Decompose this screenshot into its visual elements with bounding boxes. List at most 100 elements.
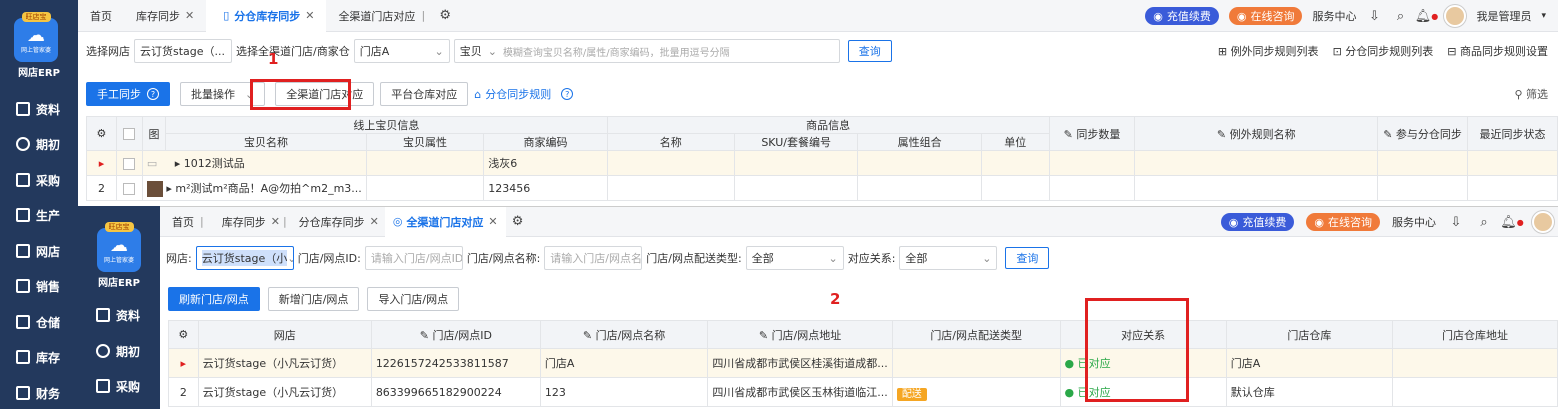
store-name-input[interactable]: 请输入门店/网点名...: [544, 246, 643, 270]
last-sync-header[interactable]: 最近同步状态: [1467, 116, 1558, 151]
warehouse-address-header[interactable]: 门店仓库地址: [1391, 320, 1558, 349]
table-row[interactable]: 2 ▸ m²测试m²商品！A@勿拍^m2_m3... 123456: [86, 175, 1558, 201]
attr-combo-header[interactable]: 属性组合: [857, 133, 982, 151]
delivery-type-header[interactable]: 门店/网点配送类型: [891, 320, 1061, 349]
table-row[interactable]: ▸ ▭ ▸ 1012测试品 浅灰6: [86, 150, 1558, 176]
filter-toggle[interactable]: ⚲ 筛选: [1514, 86, 1548, 102]
tab-inventory-sync[interactable]: 库存同步 ✕ |: [216, 207, 293, 237]
tab-home[interactable]: 首页: [78, 0, 124, 32]
sidebar-item-storage[interactable]: 仓储: [0, 307, 78, 337]
expand-icon[interactable]: ▸: [175, 157, 181, 170]
sidebar-item-inventory[interactable]: 库存: [0, 342, 78, 372]
sidebar-item-initial[interactable]: 期初: [0, 129, 78, 159]
sidebar-item-production[interactable]: 生产: [0, 200, 78, 230]
close-icon[interactable]: ✕: [488, 215, 497, 228]
store-select[interactable]: 门店A ⌄: [353, 39, 450, 63]
service-center[interactable]: 服务中心: [1392, 214, 1436, 230]
renew-button[interactable]: ◉ 充值续费: [1145, 7, 1219, 25]
item-name-header[interactable]: 宝贝名称: [165, 133, 367, 151]
user-name[interactable]: 我是管理员: [1476, 8, 1531, 24]
item-search[interactable]: 宝贝 ⌄ 模糊查询宝贝名称/属性/商家编码，批量用逗号分隔: [453, 39, 840, 63]
help-icon[interactable]: ?: [147, 88, 159, 100]
product-name-header[interactable]: 名称: [606, 133, 735, 151]
sidebar-item-data[interactable]: 资料: [78, 300, 160, 330]
sidebar-item-initial[interactable]: 期初: [78, 336, 160, 366]
table-row[interactable]: ▸ 云订货stage（小凡云订货） 1226157242533811587 门店…: [168, 348, 1558, 378]
download-icon[interactable]: ⇩: [1366, 8, 1382, 24]
search-icon[interactable]: ⌕: [1476, 214, 1492, 230]
import-store-button[interactable]: 导入门店/网点: [367, 287, 460, 311]
store-id-header[interactable]: ✎ 门店/网点ID: [370, 320, 541, 349]
tab-channel-store[interactable]: ◎ 全渠道门店对应 ✕: [384, 206, 506, 237]
gear-icon[interactable]: ⚙: [178, 328, 188, 341]
tab-warehouse-sync[interactable]: 分仓库存同步 ✕: [293, 207, 385, 237]
bell-icon[interactable]: 🔔︎ ●: [1500, 214, 1524, 230]
select-all[interactable]: [115, 116, 143, 151]
sku-header[interactable]: SKU/套餐编号: [733, 133, 859, 151]
relation-select[interactable]: 全部 ⌄: [899, 246, 998, 270]
sidebar-item-shop[interactable]: 网店: [0, 236, 78, 266]
close-icon[interactable]: ✕: [370, 215, 379, 228]
row-select[interactable]: [115, 150, 143, 176]
renew-button[interactable]: ◉ 充值续费: [1220, 213, 1295, 231]
item-attr-header[interactable]: 宝贝属性: [365, 133, 485, 151]
tab-home[interactable]: 首页 |: [160, 207, 216, 237]
shop-header[interactable]: 网店: [197, 320, 372, 349]
avatar[interactable]: [1532, 211, 1554, 233]
service-center[interactable]: 服务中心: [1312, 8, 1356, 24]
add-store-button[interactable]: 新增门店/网点: [267, 287, 360, 311]
table-row[interactable]: 2 云订货stage（小凡云订货） 863399665182900224 123…: [168, 377, 1558, 407]
column-settings[interactable]: ⚙: [168, 320, 199, 349]
product-rule-settings-link[interactable]: ⊟ 商品同步规则设置: [1447, 43, 1548, 59]
app-logo[interactable]: 旺店宝 ☁ 网上管家婆: [14, 12, 58, 62]
platform-warehouse-button[interactable]: 平台仓库对应: [380, 82, 469, 106]
download-icon[interactable]: ⇩: [1448, 214, 1464, 230]
delivery-type-select[interactable]: 全部 ⌄: [745, 246, 844, 270]
bell-icon[interactable]: 🔔︎ ●: [1415, 8, 1439, 24]
row-checkbox[interactable]: [123, 182, 136, 195]
join-sync-header[interactable]: ✎ 参与分仓同步: [1377, 116, 1469, 151]
sidebar-item-purchase[interactable]: 采购: [78, 371, 160, 401]
close-icon[interactable]: ✕: [271, 215, 280, 228]
select-all-checkbox[interactable]: [123, 128, 136, 140]
shop-select[interactable]: 云订货stage（小⌄: [195, 246, 294, 270]
row-checkbox[interactable]: [123, 157, 136, 170]
close-icon[interactable]: ✕: [305, 9, 314, 22]
unit-header[interactable]: 单位: [980, 133, 1050, 151]
sidebar-item-data[interactable]: 资料: [0, 94, 78, 124]
query-button[interactable]: 查询: [847, 40, 892, 62]
tab-warehouse-sync[interactable]: ▯ 分仓库存同步 ✕: [206, 0, 327, 32]
consult-button[interactable]: ◉ 在线咨询: [1228, 7, 1303, 25]
item-type[interactable]: 宝贝: [460, 43, 482, 59]
app-logo-2[interactable]: 旺店宝 ☁ 网上管家婆: [97, 222, 141, 272]
search-icon[interactable]: ⌕: [1392, 8, 1408, 24]
column-settings[interactable]: ⚙: [86, 116, 117, 151]
warehouse-rule-list-link[interactable]: ⊡ 分仓同步规则列表: [1333, 43, 1434, 59]
consult-button[interactable]: ◉ 在线咨询: [1306, 213, 1380, 231]
sidebar-item-sales[interactable]: 销售: [0, 271, 78, 301]
sidebar-item-purchase[interactable]: 采购: [0, 165, 78, 195]
expand-icon[interactable]: ▸: [166, 182, 172, 195]
store-address-header[interactable]: ✎ 门店/网点地址: [707, 320, 893, 349]
query-button[interactable]: 查询: [1005, 247, 1050, 269]
warehouse-rule-link[interactable]: ⌂ 分仓同步规则?: [474, 86, 574, 102]
merchant-code-header[interactable]: 商家编码: [483, 133, 608, 151]
sidebar-item-finance[interactable]: 财务: [0, 378, 78, 408]
avatar[interactable]: [1444, 5, 1467, 27]
store-id-input[interactable]: 请输入门店/网点ID: [364, 246, 463, 270]
manual-sync-button[interactable]: 手工同步?: [86, 82, 170, 106]
row-select[interactable]: [115, 175, 143, 201]
shop-select[interactable]: 云订货stage（...: [134, 39, 232, 63]
gear-icon[interactable]: ⚙: [97, 127, 107, 140]
close-icon[interactable]: ✕: [185, 9, 194, 22]
settings-icon[interactable]: ⚙: [510, 214, 526, 230]
settings-icon[interactable]: ⚙: [437, 8, 453, 24]
sync-qty-header[interactable]: ✎ 同步数量: [1048, 116, 1136, 151]
tab-channel-store[interactable]: 全渠道门店对应 |: [326, 0, 437, 32]
item-name-cell[interactable]: ▸ m²测试m²商品！A@勿拍^m2_m3...: [141, 175, 367, 201]
store-warehouse-header[interactable]: 门店仓库: [1225, 320, 1393, 349]
refresh-store-button[interactable]: 刷新门店/网点: [168, 287, 260, 311]
exception-rule-header[interactable]: ✎ 例外规则名称: [1134, 116, 1379, 151]
store-name-header[interactable]: ✎ 门店/网点名称: [539, 320, 709, 349]
help-icon[interactable]: ?: [561, 88, 574, 100]
